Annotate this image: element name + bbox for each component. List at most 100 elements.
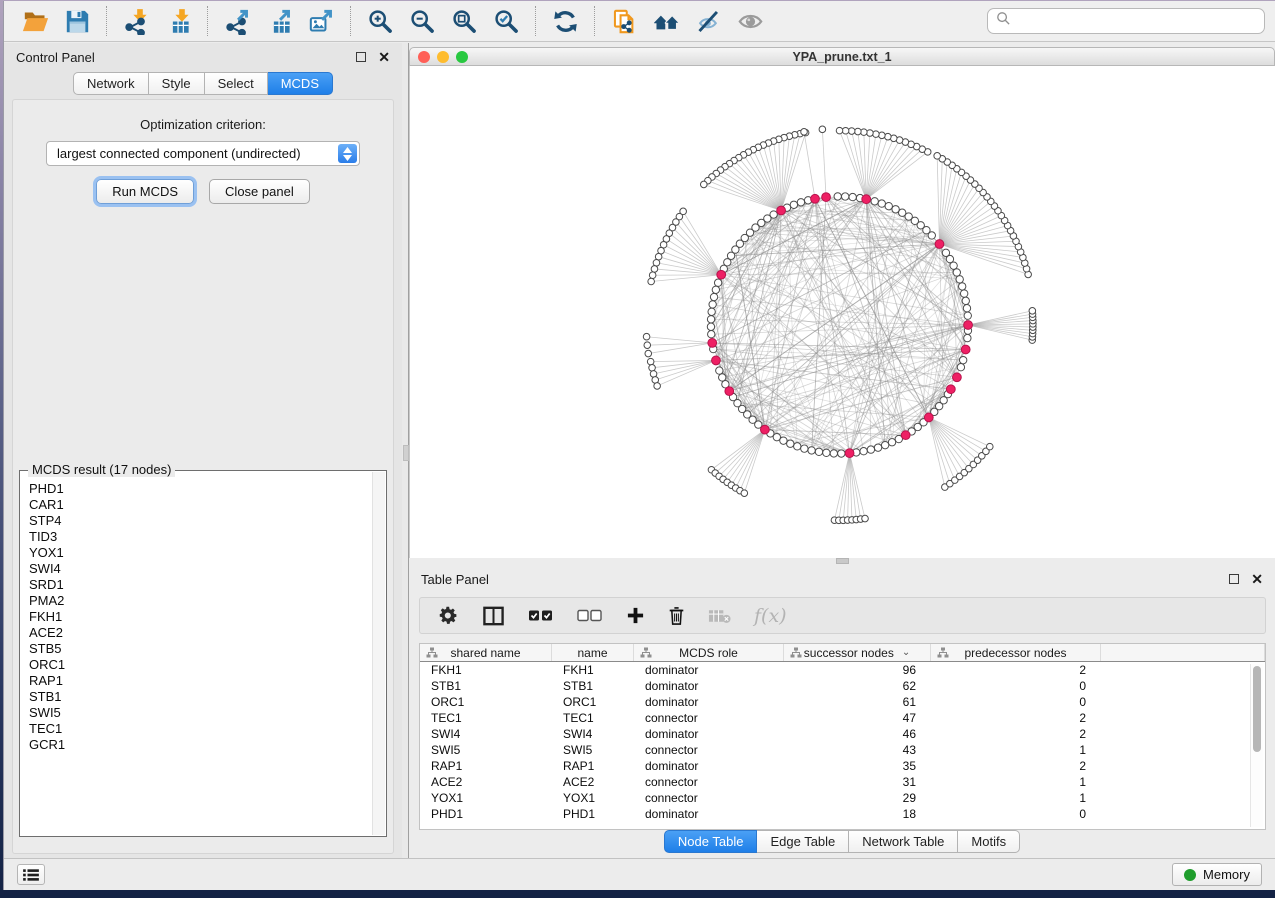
float-panel-button[interactable] — [356, 52, 366, 62]
network-bottom-strip — [409, 558, 1275, 565]
mcds-result-groupbox: MCDS result (17 nodes) PHD1CAR1STP4TID3Y… — [19, 470, 387, 837]
cell: TEC1 — [552, 710, 634, 726]
list-icon — [22, 868, 40, 882]
cell: RAP1 — [420, 758, 552, 774]
delete-row-icon[interactable] — [668, 606, 685, 626]
duplicate-network-icon[interactable] — [607, 5, 641, 37]
run-mcds-button[interactable]: Run MCDS — [96, 179, 194, 204]
mcds-result-item[interactable]: SWI5 — [29, 705, 371, 721]
export-table-icon[interactable] — [262, 5, 296, 37]
cell: FKH1 — [420, 662, 552, 678]
table-row-ORC1[interactable]: ORC1ORC1dominator610 — [420, 694, 1265, 710]
mcds-result-item[interactable]: STB5 — [29, 641, 371, 657]
table-row-PHD1[interactable]: PHD1PHD1dominator180 — [420, 806, 1265, 822]
table-row-FKH1[interactable]: FKH1FKH1dominator962 — [420, 662, 1265, 678]
mcds-result-item[interactable]: STP4 — [29, 513, 371, 529]
mcds-result-item[interactable]: GCR1 — [29, 737, 371, 753]
float-table-panel-button[interactable] — [1229, 574, 1239, 584]
table-row-SWI4[interactable]: SWI4SWI4dominator462 — [420, 726, 1265, 742]
mcds-result-item[interactable]: FKH1 — [29, 609, 371, 625]
zoom-in-icon[interactable] — [363, 5, 397, 37]
optimization-label: Optimization criterion: — [13, 117, 393, 132]
column-header-MCDS-role[interactable]: MCDS role — [634, 644, 784, 661]
cell: ORC1 — [420, 694, 552, 710]
cell: 1 — [931, 742, 1101, 758]
import-table-icon[interactable] — [161, 5, 195, 37]
column-header-name[interactable]: name — [552, 644, 634, 661]
hide-selected-icon[interactable] — [691, 5, 725, 37]
table-row-ACE2[interactable]: ACE2ACE2connector311 — [420, 774, 1265, 790]
deselect-all-icon[interactable] — [577, 608, 603, 623]
main-toolbar — [4, 1, 1275, 42]
column-header-shared-name[interactable]: shared name — [420, 644, 552, 661]
network-graph[interactable] — [410, 66, 1275, 558]
app-window: Control Panel ✕ NetworkStyleSelectMCDS O… — [3, 1, 1275, 890]
tab-network[interactable]: Network — [73, 72, 149, 95]
mcds-result-item[interactable]: RAP1 — [29, 673, 371, 689]
cell: dominator — [634, 694, 784, 710]
close-panel-button-mcds[interactable]: Close panel — [209, 179, 310, 204]
network-canvas[interactable] — [409, 66, 1275, 558]
import-network-icon[interactable] — [119, 5, 153, 37]
column-header-successor-nodes[interactable]: successor nodes⌄ — [784, 644, 931, 661]
zoom-selected-icon[interactable] — [489, 5, 523, 37]
mcds-result-item[interactable]: SWI4 — [29, 561, 371, 577]
export-network-icon[interactable] — [220, 5, 254, 37]
cell: 43 — [784, 742, 931, 758]
zoom-fit-icon[interactable] — [447, 5, 481, 37]
cell: 31 — [784, 774, 931, 790]
table-row-YOX1[interactable]: YOX1YOX1connector291 — [420, 790, 1265, 806]
close-table-panel-button[interactable]: ✕ — [1251, 574, 1263, 584]
memory-button[interactable]: Memory — [1172, 863, 1262, 886]
mcds-result-item[interactable]: PHD1 — [29, 481, 371, 497]
columns-icon[interactable] — [482, 606, 505, 626]
tab-node-table[interactable]: Node Table — [664, 830, 758, 853]
result-scrollbar[interactable] — [372, 472, 385, 835]
tab-mcds[interactable]: MCDS — [268, 72, 333, 95]
show-all-icon[interactable] — [733, 5, 767, 37]
save-icon[interactable] — [60, 5, 94, 37]
mcds-result-item[interactable]: YOX1 — [29, 545, 371, 561]
zoom-out-icon[interactable] — [405, 5, 439, 37]
mcds-result-item[interactable]: SRD1 — [29, 577, 371, 593]
tab-select[interactable]: Select — [205, 72, 268, 95]
close-panel-button[interactable]: ✕ — [378, 52, 390, 62]
mcds-result-list[interactable]: PHD1CAR1STP4TID3YOX1SWI4SRD1PMA2FKH1ACE2… — [21, 472, 371, 835]
add-row-icon[interactable] — [626, 606, 645, 625]
optimization-dropdown[interactable]: largest connected component (undirected) — [46, 141, 360, 166]
tab-edge-table[interactable]: Edge Table — [757, 830, 849, 853]
mcds-result-item[interactable]: CAR1 — [29, 497, 371, 513]
tab-network-table[interactable]: Network Table — [849, 830, 958, 853]
cell: 96 — [784, 662, 931, 678]
dropdown-stepper-icon — [338, 144, 357, 163]
cell: STB1 — [552, 678, 634, 694]
table-row-RAP1[interactable]: RAP1RAP1dominator352 — [420, 758, 1265, 774]
table-row-STB1[interactable]: STB1STB1dominator620 — [420, 678, 1265, 694]
export-image-icon[interactable] — [304, 5, 338, 37]
cell: connector — [634, 742, 784, 758]
mcds-result-item[interactable]: PMA2 — [29, 593, 371, 609]
mcds-result-item[interactable]: TID3 — [29, 529, 371, 545]
horizontal-splitter-handle[interactable] — [836, 558, 849, 564]
search-input[interactable] — [1017, 14, 1256, 29]
table-row-TEC1[interactable]: TEC1TEC1connector472 — [420, 710, 1265, 726]
column-header-predecessor-nodes[interactable]: predecessor nodes — [931, 644, 1101, 661]
open-folder-icon[interactable] — [18, 5, 52, 37]
mcds-result-item[interactable]: ORC1 — [29, 657, 371, 673]
table-row-SWI5[interactable]: SWI5SWI5connector431 — [420, 742, 1265, 758]
settings-icon[interactable] — [438, 605, 459, 626]
select-all-icon[interactable] — [528, 608, 554, 623]
table-scrollbar-thumb[interactable] — [1253, 666, 1261, 752]
refresh-icon[interactable] — [548, 5, 582, 37]
task-history-button[interactable] — [17, 864, 45, 885]
first-neighbors-icon[interactable] — [649, 5, 683, 37]
search-box[interactable] — [987, 8, 1265, 34]
mcds-result-item[interactable]: ACE2 — [29, 625, 371, 641]
tab-style[interactable]: Style — [149, 72, 205, 95]
table-panel-title: Table Panel — [421, 572, 489, 587]
cell: 35 — [784, 758, 931, 774]
tab-motifs[interactable]: Motifs — [958, 830, 1020, 853]
cell: 0 — [931, 694, 1101, 710]
mcds-result-item[interactable]: STB1 — [29, 689, 371, 705]
mcds-result-item[interactable]: TEC1 — [29, 721, 371, 737]
